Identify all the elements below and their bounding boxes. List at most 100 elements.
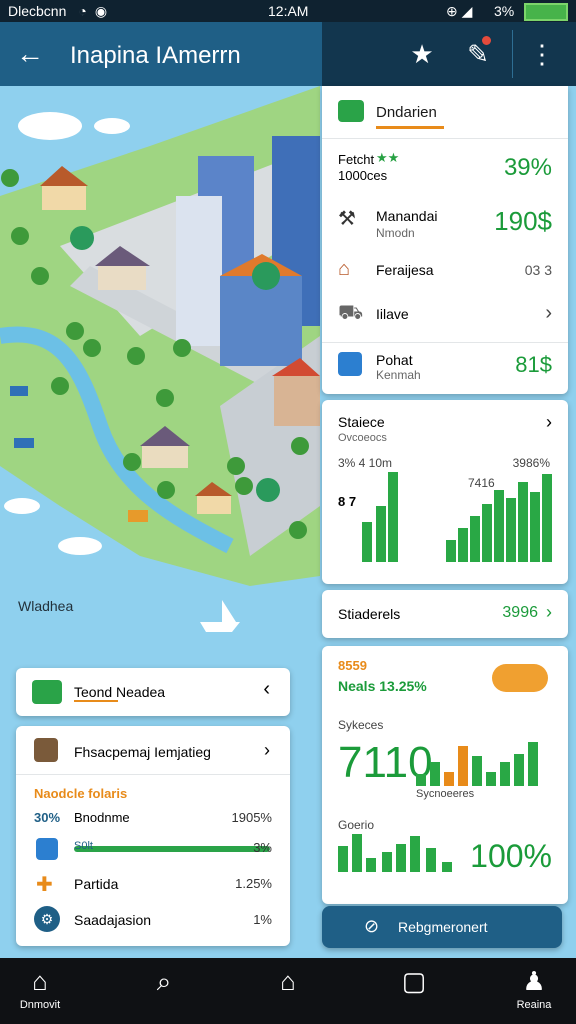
chart-axis-label: Sycnoeeres xyxy=(416,788,475,800)
chevron-left-icon[interactable]: ‹ xyxy=(263,678,270,701)
stat-footer-row[interactable]: Stiaderels 3996 › xyxy=(322,590,568,638)
app-bar: ← Inapina IAmerrn ★ ✎ ⋮ xyxy=(0,22,576,86)
compass-icon: ⊘ xyxy=(364,916,380,936)
left-bar-chart xyxy=(360,466,400,562)
footer-label: Stiaderels xyxy=(338,606,401,622)
stats-sub: Ovcoeocs xyxy=(338,432,387,444)
footer-value: 3996 xyxy=(502,604,538,621)
chart-bar xyxy=(482,504,492,562)
card-title[interactable]: Fhsacpemaj Iemjatieg xyxy=(74,744,211,760)
nav-label: Dnmovit xyxy=(19,999,61,1011)
wifi-icon: ◔ xyxy=(78,3,87,19)
more-vert-icon[interactable]: ⋮ xyxy=(526,38,558,70)
nav-profile[interactable]: ♟ Reaina xyxy=(504,966,564,1011)
chart-bar xyxy=(338,846,348,872)
list-item[interactable]: Fetcht ★★ 1000ces 39% xyxy=(322,148,568,202)
trend-top-b: Neals 13.25% xyxy=(338,678,427,694)
chart-bar xyxy=(430,762,440,786)
row-value: 03 3 xyxy=(524,262,552,278)
map-label: Wladhea xyxy=(18,598,74,614)
nav-home-outline[interactable]: ⌂ xyxy=(258,966,318,997)
section1-label: Sykeces xyxy=(338,718,384,732)
wallet-icon xyxy=(32,680,62,704)
nav-home[interactable]: ⌂ Dnmovit xyxy=(10,966,70,1011)
coins-icon xyxy=(492,664,548,692)
chart-bar xyxy=(352,834,362,872)
big-number-2: 100% xyxy=(470,838,552,874)
card-title: Teond Neadea xyxy=(74,684,166,700)
chart-bar xyxy=(514,754,524,786)
list-item[interactable]: S0lt 3% xyxy=(16,838,290,864)
chart-bar xyxy=(426,848,436,872)
chart-bar xyxy=(486,772,496,786)
card-underline xyxy=(74,700,118,702)
tools-icon: ⚒ xyxy=(338,208,356,230)
row-value: 81$ xyxy=(515,352,552,377)
chart-bar xyxy=(396,844,406,872)
list-item[interactable]: ⚒ Manandai Nmodn 190$ xyxy=(322,202,568,252)
list-item[interactable]: ✚ Partida 1.25% xyxy=(16,872,290,898)
nav-label: Reaina xyxy=(516,999,552,1011)
bottom-navigation: ⌂ Dnmovit ⌕ ⌂ ▢ ♟ Reaina xyxy=(0,958,576,1024)
button-label: Rebgmeronert xyxy=(398,919,488,935)
star-icon[interactable]: ★ xyxy=(406,38,438,70)
chevron-right-icon[interactable]: › xyxy=(264,740,270,761)
search-result-card[interactable]: Teond Neadea ‹ xyxy=(16,668,290,716)
page-title: Inapina IAmerrn xyxy=(70,42,241,69)
row-value: 190$ xyxy=(494,206,552,236)
stats-panel[interactable]: Staiece Ovcoeocs › 3% 4 10m 8 7 3986% 74… xyxy=(322,400,568,584)
row-label: Iilave xyxy=(376,306,409,322)
list-item[interactable]: ⌂ Feraijesa 03 3 xyxy=(322,252,568,296)
primary-action-button[interactable]: ⊘ Rebgmeronert xyxy=(322,906,562,948)
header-underline xyxy=(376,126,444,129)
chevron-right-icon[interactable]: › xyxy=(546,412,552,433)
car-icon: ⛟ xyxy=(338,302,364,324)
location-icon: ◉ xyxy=(94,2,108,19)
carrier-label: Dlecbcnn xyxy=(8,3,67,19)
chart-bar xyxy=(366,858,376,872)
row-label: Pohat xyxy=(376,352,413,368)
battery-icon xyxy=(524,3,568,21)
chart-bar xyxy=(362,522,372,562)
chart-bar xyxy=(494,490,504,562)
section2-label: Goerio xyxy=(338,818,375,832)
nav-search[interactable]: ⌕ xyxy=(134,966,194,998)
back-arrow-icon[interactable]: ← xyxy=(16,38,44,70)
list-item[interactable]: Pohat Kenmah 81$ xyxy=(322,346,568,390)
chart-bar xyxy=(542,474,552,562)
inbox-icon: ▢ xyxy=(401,966,427,996)
row-value: 1% xyxy=(253,912,272,927)
chart-bar xyxy=(530,492,540,562)
panel-header: Dndarien xyxy=(376,104,437,121)
stars-icon: ★★ xyxy=(376,150,400,165)
chevron-right-icon[interactable]: › xyxy=(546,602,552,623)
row-label: Manandai xyxy=(376,208,438,224)
row-value: 1905% xyxy=(231,810,272,825)
chart-bar xyxy=(444,772,454,786)
chart-bar xyxy=(382,852,392,872)
nav-inbox[interactable]: ▢ xyxy=(384,966,444,997)
left-chart-value: 8 7 xyxy=(338,494,357,509)
row-label: Fetcht xyxy=(338,152,375,167)
chart-bar xyxy=(500,762,510,786)
chart-bar xyxy=(446,540,456,562)
list-item[interactable]: ⚙ Saadajasion 1% xyxy=(16,906,290,936)
chart-bar xyxy=(470,516,480,562)
right-bar-chart xyxy=(446,466,552,562)
building-icon xyxy=(34,738,58,762)
signal-icon: ⊕ ◢ xyxy=(446,2,473,19)
row-label: Saadajasion xyxy=(74,912,152,928)
list-item[interactable]: ⛟ Iilave › xyxy=(322,296,568,340)
chart-bar xyxy=(376,506,386,562)
row-label: Bnodnme xyxy=(74,810,130,825)
trend-top-a: 8559 xyxy=(338,658,367,673)
details-card: Fhsacpemaj Iemjatieg › Naodcle folaris 3… xyxy=(16,726,290,946)
list-item[interactable]: 30% Bnodnme 1905% xyxy=(16,810,290,832)
row-value: 39% xyxy=(503,154,552,181)
trend-bar-chart-2 xyxy=(338,832,468,872)
trend-panel: 8559 Neals 13.25% Sykeces 7110 Sycnoeere… xyxy=(322,646,568,904)
progress-bar xyxy=(74,846,270,852)
chart-bar xyxy=(518,482,528,562)
search-icon: ⌕ xyxy=(156,966,172,996)
house-icon: ⌂ xyxy=(338,258,351,280)
